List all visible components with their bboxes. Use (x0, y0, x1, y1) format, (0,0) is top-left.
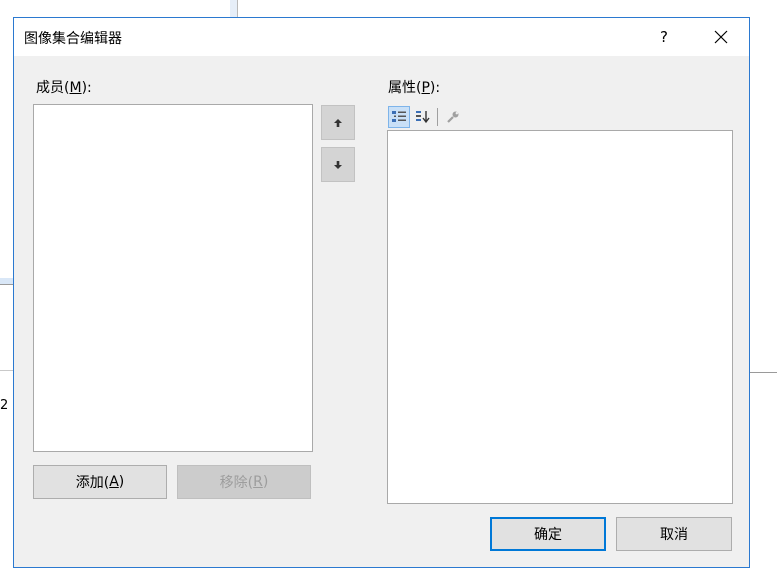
alphabetical-button[interactable] (412, 106, 434, 128)
background-text: 2 (0, 398, 9, 413)
close-icon (714, 30, 728, 44)
close-button[interactable] (698, 18, 744, 56)
help-icon: ? (660, 28, 668, 46)
dialog-title: 图像集合编辑器 (24, 31, 122, 47)
arrow-down-icon (334, 160, 342, 169)
add-button[interactable]: 添加(A) (33, 465, 167, 499)
remove-button[interactable]: 移除(R) (177, 465, 311, 499)
move-down-button[interactable] (321, 147, 355, 182)
image-collection-editor-dialog: 图像集合编辑器 ? 成员(M): 添加(A) 移除(R) 属性(P): 确定… (13, 17, 750, 568)
background-divider (237, 0, 238, 18)
toolbar-separator (437, 108, 438, 126)
members-listbox[interactable] (33, 104, 313, 452)
cancel-button[interactable]: 取消 (616, 517, 732, 551)
categorized-button[interactable] (388, 106, 410, 128)
members-label: 成员(M): (36, 80, 92, 96)
background-divider-left-lower (0, 370, 14, 371)
background-divider-right (750, 372, 777, 373)
help-button[interactable]: ? (641, 18, 687, 56)
arrow-up-icon (334, 118, 342, 127)
property-pages-button[interactable] (442, 106, 464, 128)
move-up-button[interactable] (321, 105, 355, 140)
background-divider-left (0, 284, 14, 285)
title-bar: 图像集合编辑器 ? (14, 18, 749, 56)
property-pages-icon (447, 111, 459, 123)
properties-label: 属性(P): (388, 80, 441, 96)
categorized-icon (392, 111, 406, 122)
alphabetical-sort-icon (416, 111, 430, 124)
property-grid[interactable] (387, 130, 733, 504)
property-grid-toolbar (388, 106, 468, 128)
ok-button[interactable]: 确定 (490, 517, 606, 551)
background-panel-edge (230, 0, 237, 18)
